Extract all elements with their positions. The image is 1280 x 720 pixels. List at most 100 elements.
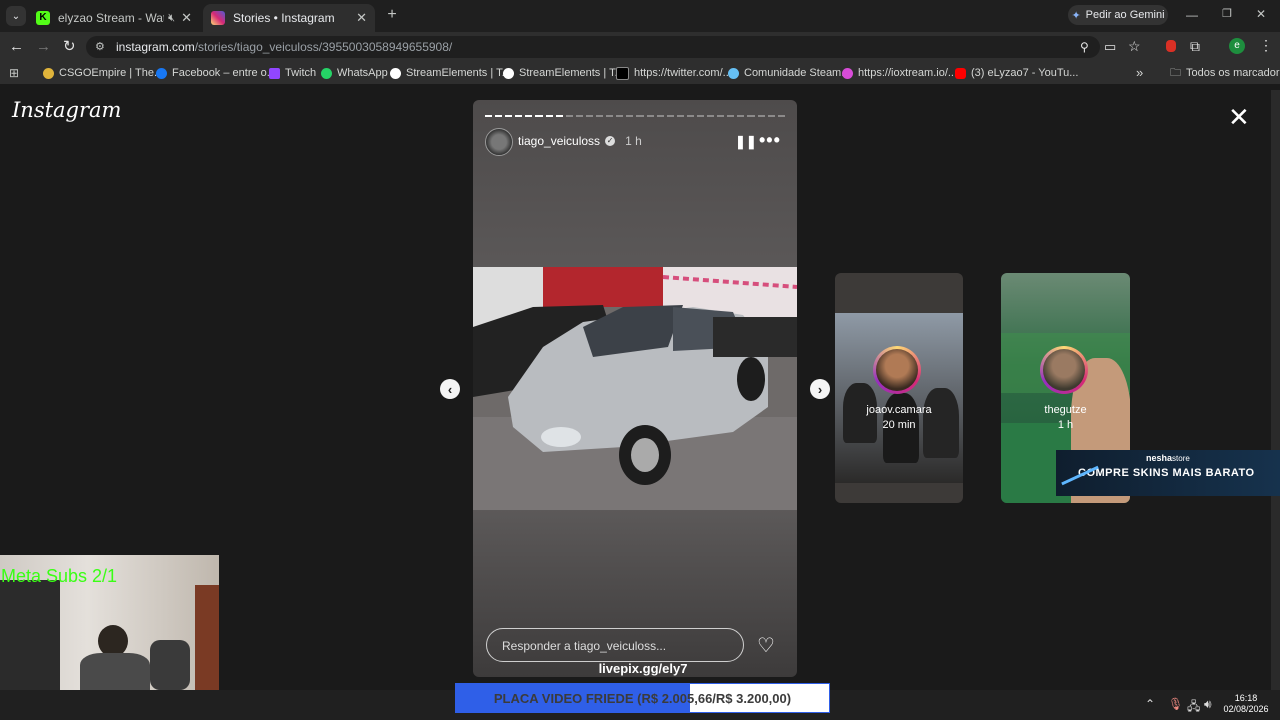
new-tab-button[interactable]: + [382,6,402,26]
clock-date: 02/08/2026 [1223,704,1269,714]
close-stories-icon[interactable]: ✕ [1228,104,1250,130]
restore-icon[interactable]: ❐ [1222,7,1232,20]
preview-avatar-ring [873,346,921,394]
close-tab-icon[interactable]: ✕ [356,10,367,26]
progress-segment [555,115,563,117]
address-bar[interactable]: ⚙ instagram.com/stories/tiago_veiculoss/… [86,36,1100,58]
pause-icon[interactable]: ❚❚ [735,134,757,150]
progress-segment [717,115,725,117]
goal-text: PLACA VIDEO FRIEDE (R$ 2.005,66/R$ 3.200… [493,691,792,706]
story-author-avatar[interactable] [485,128,513,156]
bookmark-youtube[interactable]: (3) eLyzao7 - YouTu... [955,62,1078,84]
previous-story-button[interactable]: ‹ [440,379,460,399]
site-info-icon[interactable]: ⚙ [95,36,105,58]
microphone-icon[interactable]: 🎙︎ [1168,697,1183,711]
menu-icon[interactable]: ⋮ [1259,37,1273,54]
story-username[interactable]: tiago_veiculoss [518,134,600,148]
progress-segment [545,115,553,117]
bookmark-streamelements-1[interactable]: StreamElements | T... [390,62,511,84]
close-window-icon[interactable]: ✕ [1256,7,1266,21]
reload-icon[interactable]: ↻ [63,37,76,55]
forward-icon[interactable]: → [36,38,51,55]
network-icon[interactable]: 🖧︎ [1187,697,1200,718]
bookmark-twitter[interactable]: https://twitter.com/... [616,62,732,84]
bookmark-star-icon[interactable]: ☆ [1128,38,1141,55]
livepix-link: livepix.gg/ely7 [598,661,688,676]
progress-segment [616,115,624,117]
progress-segment [636,115,644,117]
bookmark-facebook[interactable]: Facebook – entre o... [156,62,276,84]
taskbar-clock[interactable]: 16:18 02/08/2026 [1222,693,1270,715]
zoom-icon[interactable]: ⚲ [1080,36,1089,58]
streamelements-icon [503,67,514,79]
next-story-button[interactable]: › [810,379,830,399]
volume-icon[interactable]: 🔊︎ [1204,697,1212,712]
reply-input[interactable]: Responder a tiago_veiculoss... [486,628,744,662]
tab-instagram-stories[interactable]: Stories • Instagram ✕ [203,4,375,32]
extensions-puzzle-icon[interactable]: ⧉ [1190,38,1200,55]
progress-segment [535,115,543,117]
preview-time: 20 min [882,419,916,431]
donation-goal-bar: PLACA VIDEO FRIEDE (R$ 2.005,66/R$ 3.200… [455,683,830,713]
tray-expand-icon[interactable]: ⌃ [1145,697,1155,711]
progress-segment [727,115,735,117]
bookmark-twitch[interactable]: Twitch [269,62,316,84]
instagram-logo[interactable]: Instagram [12,98,121,122]
all-bookmarks-folder[interactable]: 🗀︎Todos os marcadores [1170,62,1280,84]
facebook-icon [156,67,167,79]
gemini-button[interactable]: ✦ Pedir ao Gemini [1068,5,1168,25]
tab-search-button[interactable]: ⌄ [6,6,26,26]
progress-segment [646,115,654,117]
more-options-icon[interactable]: ••• [759,130,781,151]
preview-avatar [1043,349,1085,391]
progress-segment [686,115,694,117]
story-viewer[interactable]: tiago_veiculoss ✓ 1 h ❚❚ ••• Responder a… [473,100,797,677]
bookmark-ioxtream[interactable]: https://ioxtream.io/... [842,62,957,84]
sponsor-banner: neshastore COMPRE SKINS MAIS BARATO [1056,450,1280,496]
story-time: 1 h [625,134,642,148]
progress-segment [575,115,583,117]
minimize-icon[interactable]: — [1186,8,1198,22]
preview-avatar [876,349,918,391]
profile-avatar[interactable]: e [1229,38,1245,54]
progress-segment [666,115,674,117]
gemini-icon: ✦ [1071,9,1081,22]
reply-placeholder: Responder a tiago_veiculoss... [502,639,667,653]
progress-segment [495,115,503,117]
cast-icon[interactable]: ▭ [1104,39,1116,55]
youtube-icon [955,67,966,79]
bookmark-streamelements-2[interactable]: StreamElements | T... [503,62,624,84]
preview-time: 1 h [1057,419,1074,431]
progress-segment [525,115,533,117]
back-icon[interactable]: ← [9,38,24,55]
sponsor-brand: nesha [1146,453,1173,463]
page-scrollbar[interactable] [1271,90,1280,690]
bookmark-whatsapp[interactable]: WhatsApp [321,62,388,84]
twitch-icon [269,67,280,79]
mute-icon[interactable]: 🔇︎ [168,12,175,25]
extension-icon[interactable] [1166,40,1176,52]
clock-time: 16:18 [1234,693,1258,703]
progress-segment [747,115,755,117]
whatsapp-icon [321,67,332,79]
url-path: /stories/tiago_veiculoss/395500305894965… [194,40,453,54]
streamer-body [80,653,150,690]
more-bookmarks-button[interactable]: » [1136,62,1143,84]
like-heart-icon[interactable]: ♡ [757,633,775,658]
ioxtream-icon [842,67,853,79]
tab-elyzao-stream[interactable]: K elyzao Stream - Watch Live 🔇︎ ✕ [28,4,200,32]
progress-segment [676,115,684,117]
verified-badge-icon: ✓ [605,136,616,146]
apps-grid-icon[interactable]: ⊞ [9,66,19,80]
story-preview-joaov-camara[interactable]: joaov.camara 20 min [835,273,963,503]
story-photo [473,267,797,510]
bookmark-steam[interactable]: Comunidade Steam... [728,62,850,84]
progress-segment [656,115,664,117]
close-tab-icon[interactable]: ✕ [181,10,192,26]
progress-segment [696,115,705,117]
progress-segment [707,115,715,117]
bookmark-csgoempire[interactable]: CSGOEmpire | The... [43,62,163,84]
progress-segment [585,115,594,117]
progress-segment [485,115,493,117]
progress-segment [767,115,775,117]
